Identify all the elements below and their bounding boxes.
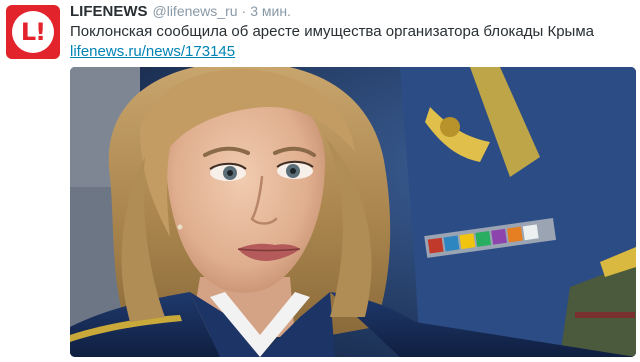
tweet-photo[interactable]	[70, 67, 636, 357]
photo-portrait-woman-in-uniform	[70, 67, 636, 357]
tweet-header: LIFENEWS @lifenews_ru · 3 мин.	[70, 3, 630, 23]
tweet-link[interactable]: lifenews.ru/news/173145	[70, 42, 235, 62]
avatar[interactable]: L!	[6, 5, 60, 59]
lifenews-logo-icon: L!	[12, 11, 54, 53]
separator-dot: ·	[241, 3, 247, 19]
display-name[interactable]: LIFENEWS	[70, 3, 148, 20]
tweet: L! LIFENEWS @lifenews_ru · 3 мин. Поклон…	[0, 0, 640, 362]
tweet-text: Поклонская сообщила об аресте имущества …	[70, 23, 594, 40]
user-handle[interactable]: @lifenews_ru	[153, 3, 238, 19]
avatar-glyph: L!	[20, 18, 46, 46]
timestamp[interactable]: 3 мин.	[250, 3, 291, 19]
